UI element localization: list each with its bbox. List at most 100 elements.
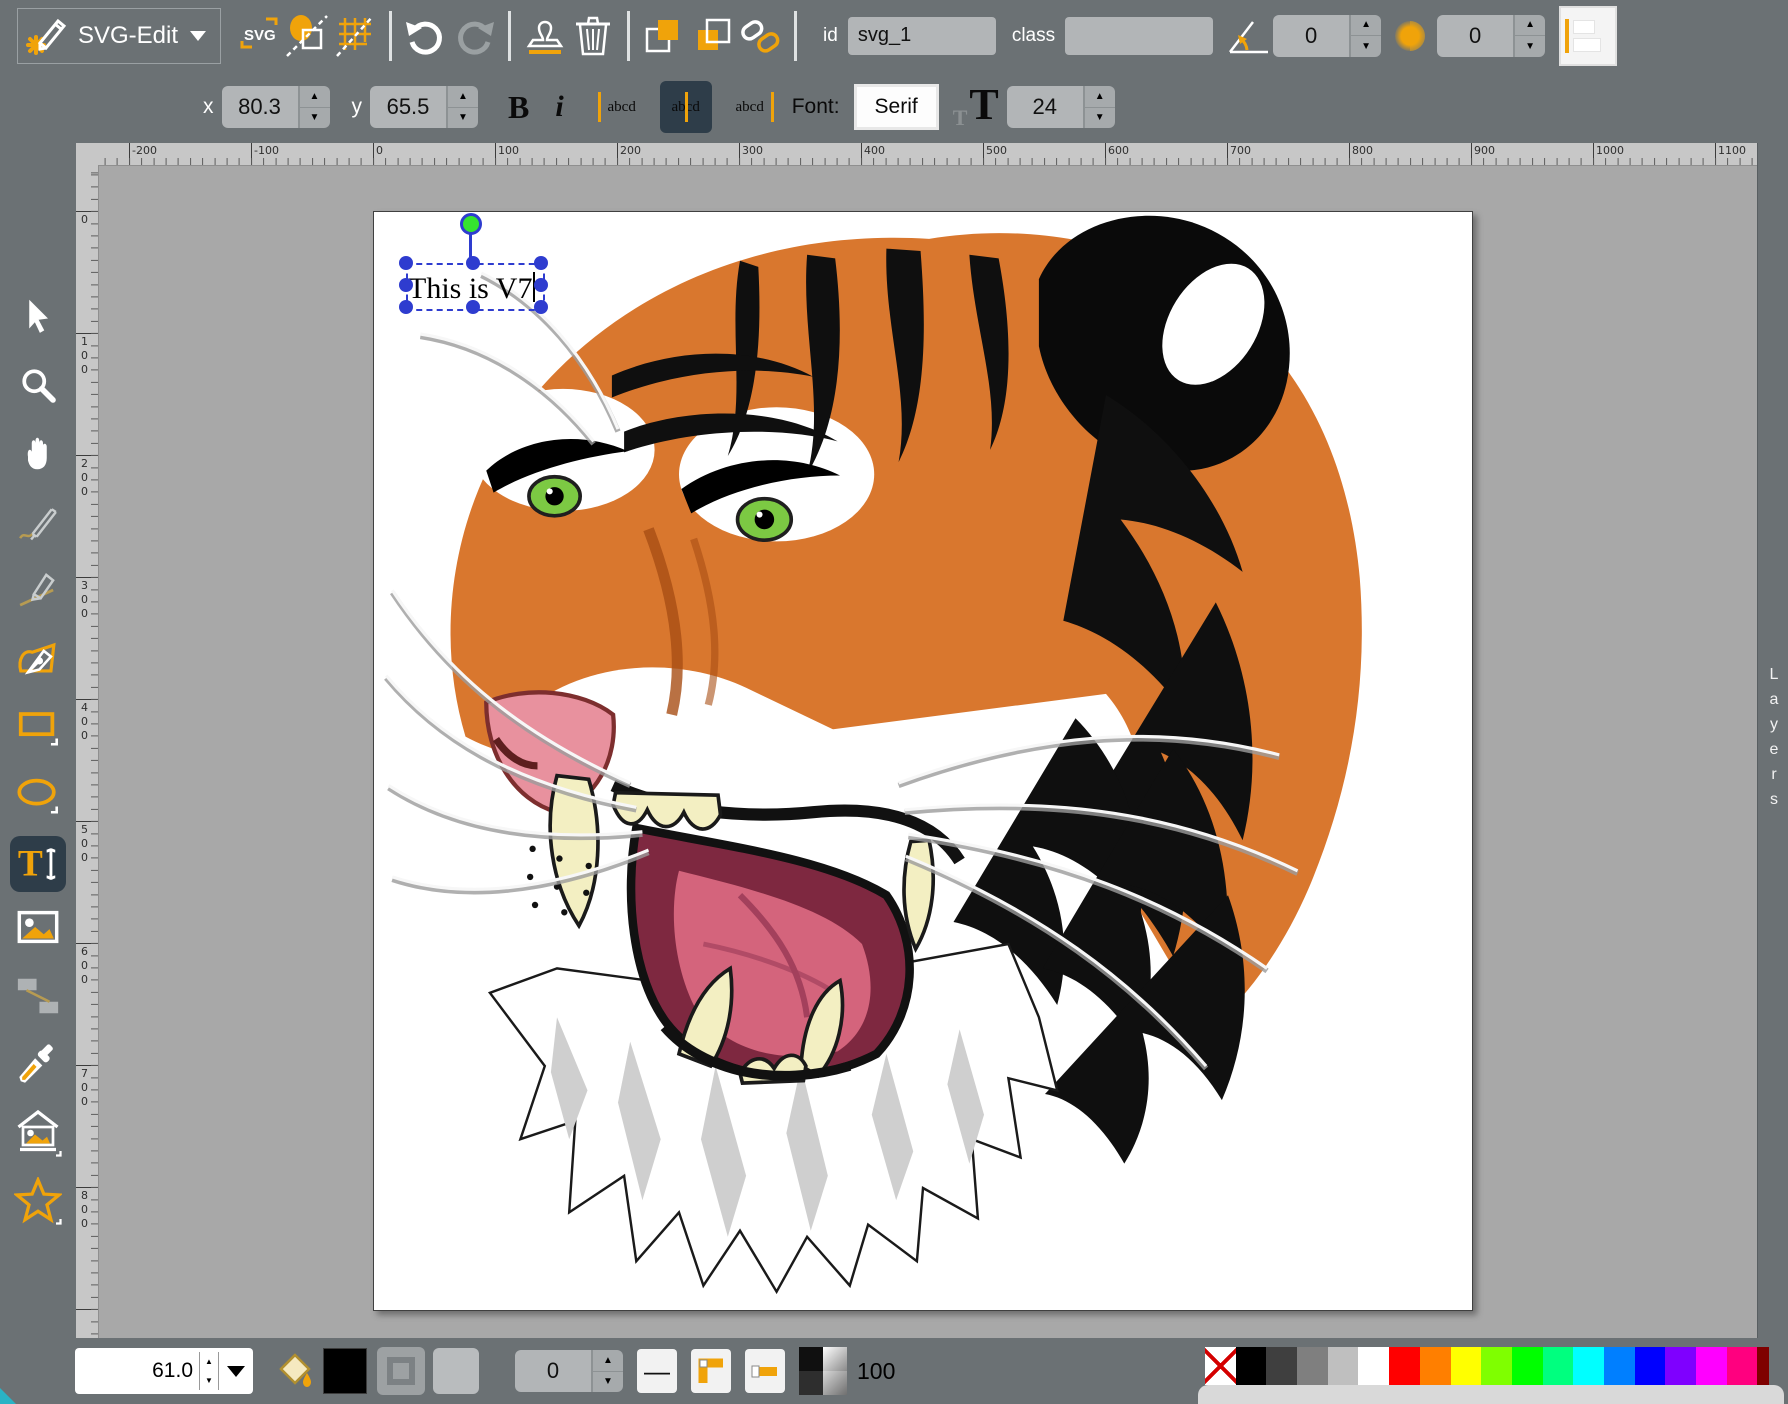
stroke-width-down-button[interactable]: ▼ xyxy=(593,1372,623,1393)
x-input[interactable] xyxy=(222,86,298,128)
palette-swatch[interactable] xyxy=(1604,1347,1635,1385)
blur-down-button[interactable]: ▼ xyxy=(1515,36,1545,57)
stroke-width-up-button[interactable]: ▲ xyxy=(593,1350,623,1372)
path-tool-button[interactable] xyxy=(13,633,63,683)
linecap-button[interactable] xyxy=(745,1349,785,1393)
text-anchor-start-button[interactable]: abcd xyxy=(596,81,648,133)
zoom-tool-button[interactable] xyxy=(13,360,63,410)
italic-button[interactable]: i xyxy=(555,90,563,124)
palette-swatch[interactable] xyxy=(1665,1347,1696,1385)
blur-up-button[interactable]: ▲ xyxy=(1515,15,1545,37)
delete-button[interactable] xyxy=(569,12,617,60)
angle-up-button[interactable]: ▲ xyxy=(1351,15,1381,37)
palette-swatch[interactable] xyxy=(1328,1347,1359,1385)
rectangle-tool-button[interactable] xyxy=(13,702,63,752)
shape-library-button[interactable] xyxy=(13,1108,63,1158)
grid-snap-button[interactable] xyxy=(331,12,379,60)
palette-swatch[interactable] xyxy=(1358,1347,1389,1385)
font-size-up-button[interactable]: ▲ xyxy=(1085,86,1115,108)
zoom-widget[interactable]: 61.0 ▲▼ xyxy=(75,1348,253,1394)
selection-handle-e[interactable] xyxy=(534,278,548,292)
x-down-button[interactable]: ▼ xyxy=(300,108,330,129)
palette-swatch[interactable] xyxy=(1420,1347,1451,1385)
connector-tool-button[interactable] xyxy=(13,971,63,1021)
fill-color-swatch[interactable] xyxy=(323,1348,367,1394)
zoom-down-button[interactable]: ▼ xyxy=(200,1371,218,1390)
star-tool-button[interactable] xyxy=(13,1176,63,1226)
palette-swatch[interactable] xyxy=(1512,1347,1543,1385)
angle-spinner[interactable]: ▲▼ xyxy=(1273,15,1381,57)
zoom-up-button[interactable]: ▲ xyxy=(200,1352,218,1371)
undo-button[interactable] xyxy=(402,12,450,60)
selection-handle-ne[interactable] xyxy=(534,256,548,270)
rotation-handle[interactable] xyxy=(460,213,482,235)
pan-tool-button[interactable] xyxy=(13,428,63,478)
svg-canvas[interactable]: This is V7 xyxy=(373,211,1473,1311)
palette-swatch[interactable] xyxy=(1727,1347,1758,1385)
blur-input[interactable] xyxy=(1437,15,1513,57)
angle-input[interactable] xyxy=(1273,15,1349,57)
selection-handle-se[interactable] xyxy=(534,300,548,314)
x-up-button[interactable]: ▲ xyxy=(300,86,330,108)
y-spinner[interactable]: ▲▼ xyxy=(370,86,478,128)
palette-swatch[interactable] xyxy=(1266,1347,1297,1385)
palette-swatch[interactable] xyxy=(1389,1347,1420,1385)
angle-down-button[interactable]: ▼ xyxy=(1351,36,1381,57)
selection-handle-n[interactable] xyxy=(466,256,480,270)
font-size-down-button[interactable]: ▼ xyxy=(1085,108,1115,129)
font-family-button[interactable]: Serif xyxy=(854,84,939,130)
eyedropper-tool-button[interactable] xyxy=(13,1039,63,1089)
blur-spinner[interactable]: ▲▼ xyxy=(1437,15,1545,57)
text-anchor-middle-button[interactable]: abcd xyxy=(660,81,712,133)
palette-swatch[interactable] xyxy=(1757,1347,1769,1385)
zoom-dropdown-button[interactable] xyxy=(219,1366,253,1377)
pencil-tool-button[interactable] xyxy=(13,498,63,548)
x-spinner[interactable]: ▲▼ xyxy=(222,86,330,128)
palette-swatch[interactable] xyxy=(1543,1347,1574,1385)
font-size-input[interactable] xyxy=(1007,86,1083,128)
palette-swatch[interactable] xyxy=(1573,1347,1604,1385)
align-button[interactable] xyxy=(1559,6,1617,66)
text-anchor-end-button[interactable]: abcd xyxy=(724,81,776,133)
linecap-icon xyxy=(749,1355,781,1387)
make-link-button[interactable] xyxy=(736,12,784,60)
redo-button[interactable] xyxy=(450,12,498,60)
palette-swatch[interactable] xyxy=(1297,1347,1328,1385)
selection-handle-w[interactable] xyxy=(399,278,413,292)
palette-swatch[interactable] xyxy=(1236,1347,1267,1385)
wireframe-mode-button[interactable] xyxy=(283,12,331,60)
send-to-back-button[interactable] xyxy=(688,12,736,60)
y-up-button[interactable]: ▲ xyxy=(448,86,478,108)
clone-button[interactable] xyxy=(521,12,569,60)
palette-swatch[interactable] xyxy=(1635,1347,1666,1385)
stroke-width-input[interactable] xyxy=(515,1350,591,1392)
text-icon: T xyxy=(15,841,61,887)
bring-to-front-button[interactable] xyxy=(640,12,688,60)
class-input[interactable] xyxy=(1065,17,1213,55)
dash-style-button[interactable]: — xyxy=(637,1349,677,1393)
selection-handle-s[interactable] xyxy=(466,300,480,314)
source-editor-button[interactable]: SVG xyxy=(235,12,283,60)
bold-button[interactable]: B xyxy=(508,89,529,126)
main-menu-button[interactable]: SVG-Edit xyxy=(17,8,221,64)
palette-swatch[interactable] xyxy=(1451,1347,1482,1385)
y-input[interactable] xyxy=(370,86,446,128)
select-tool-button[interactable] xyxy=(13,291,63,341)
palette-swatch[interactable] xyxy=(1481,1347,1512,1385)
palette-swatch[interactable] xyxy=(1696,1347,1727,1385)
selection-handle-sw[interactable] xyxy=(399,300,413,314)
linejoin-button[interactable] xyxy=(691,1349,731,1393)
id-input[interactable] xyxy=(848,17,996,55)
line-tool-button[interactable] xyxy=(13,565,63,615)
stroke-icon-button[interactable] xyxy=(377,1347,425,1395)
font-size-spinner[interactable]: ▲▼ xyxy=(1007,86,1115,128)
text-tool-button[interactable]: T xyxy=(10,836,66,892)
stroke-color-swatch[interactable] xyxy=(433,1348,479,1394)
ellipse-tool-button[interactable] xyxy=(13,770,63,820)
image-tool-button[interactable] xyxy=(13,902,63,952)
layers-panel-toggle[interactable]: Layers xyxy=(1757,143,1788,1338)
stroke-width-spinner[interactable]: ▲▼ xyxy=(515,1350,623,1392)
selection-handle-nw[interactable] xyxy=(399,256,413,270)
palette-swatch-none[interactable] xyxy=(1205,1347,1236,1385)
y-down-button[interactable]: ▼ xyxy=(448,108,478,129)
